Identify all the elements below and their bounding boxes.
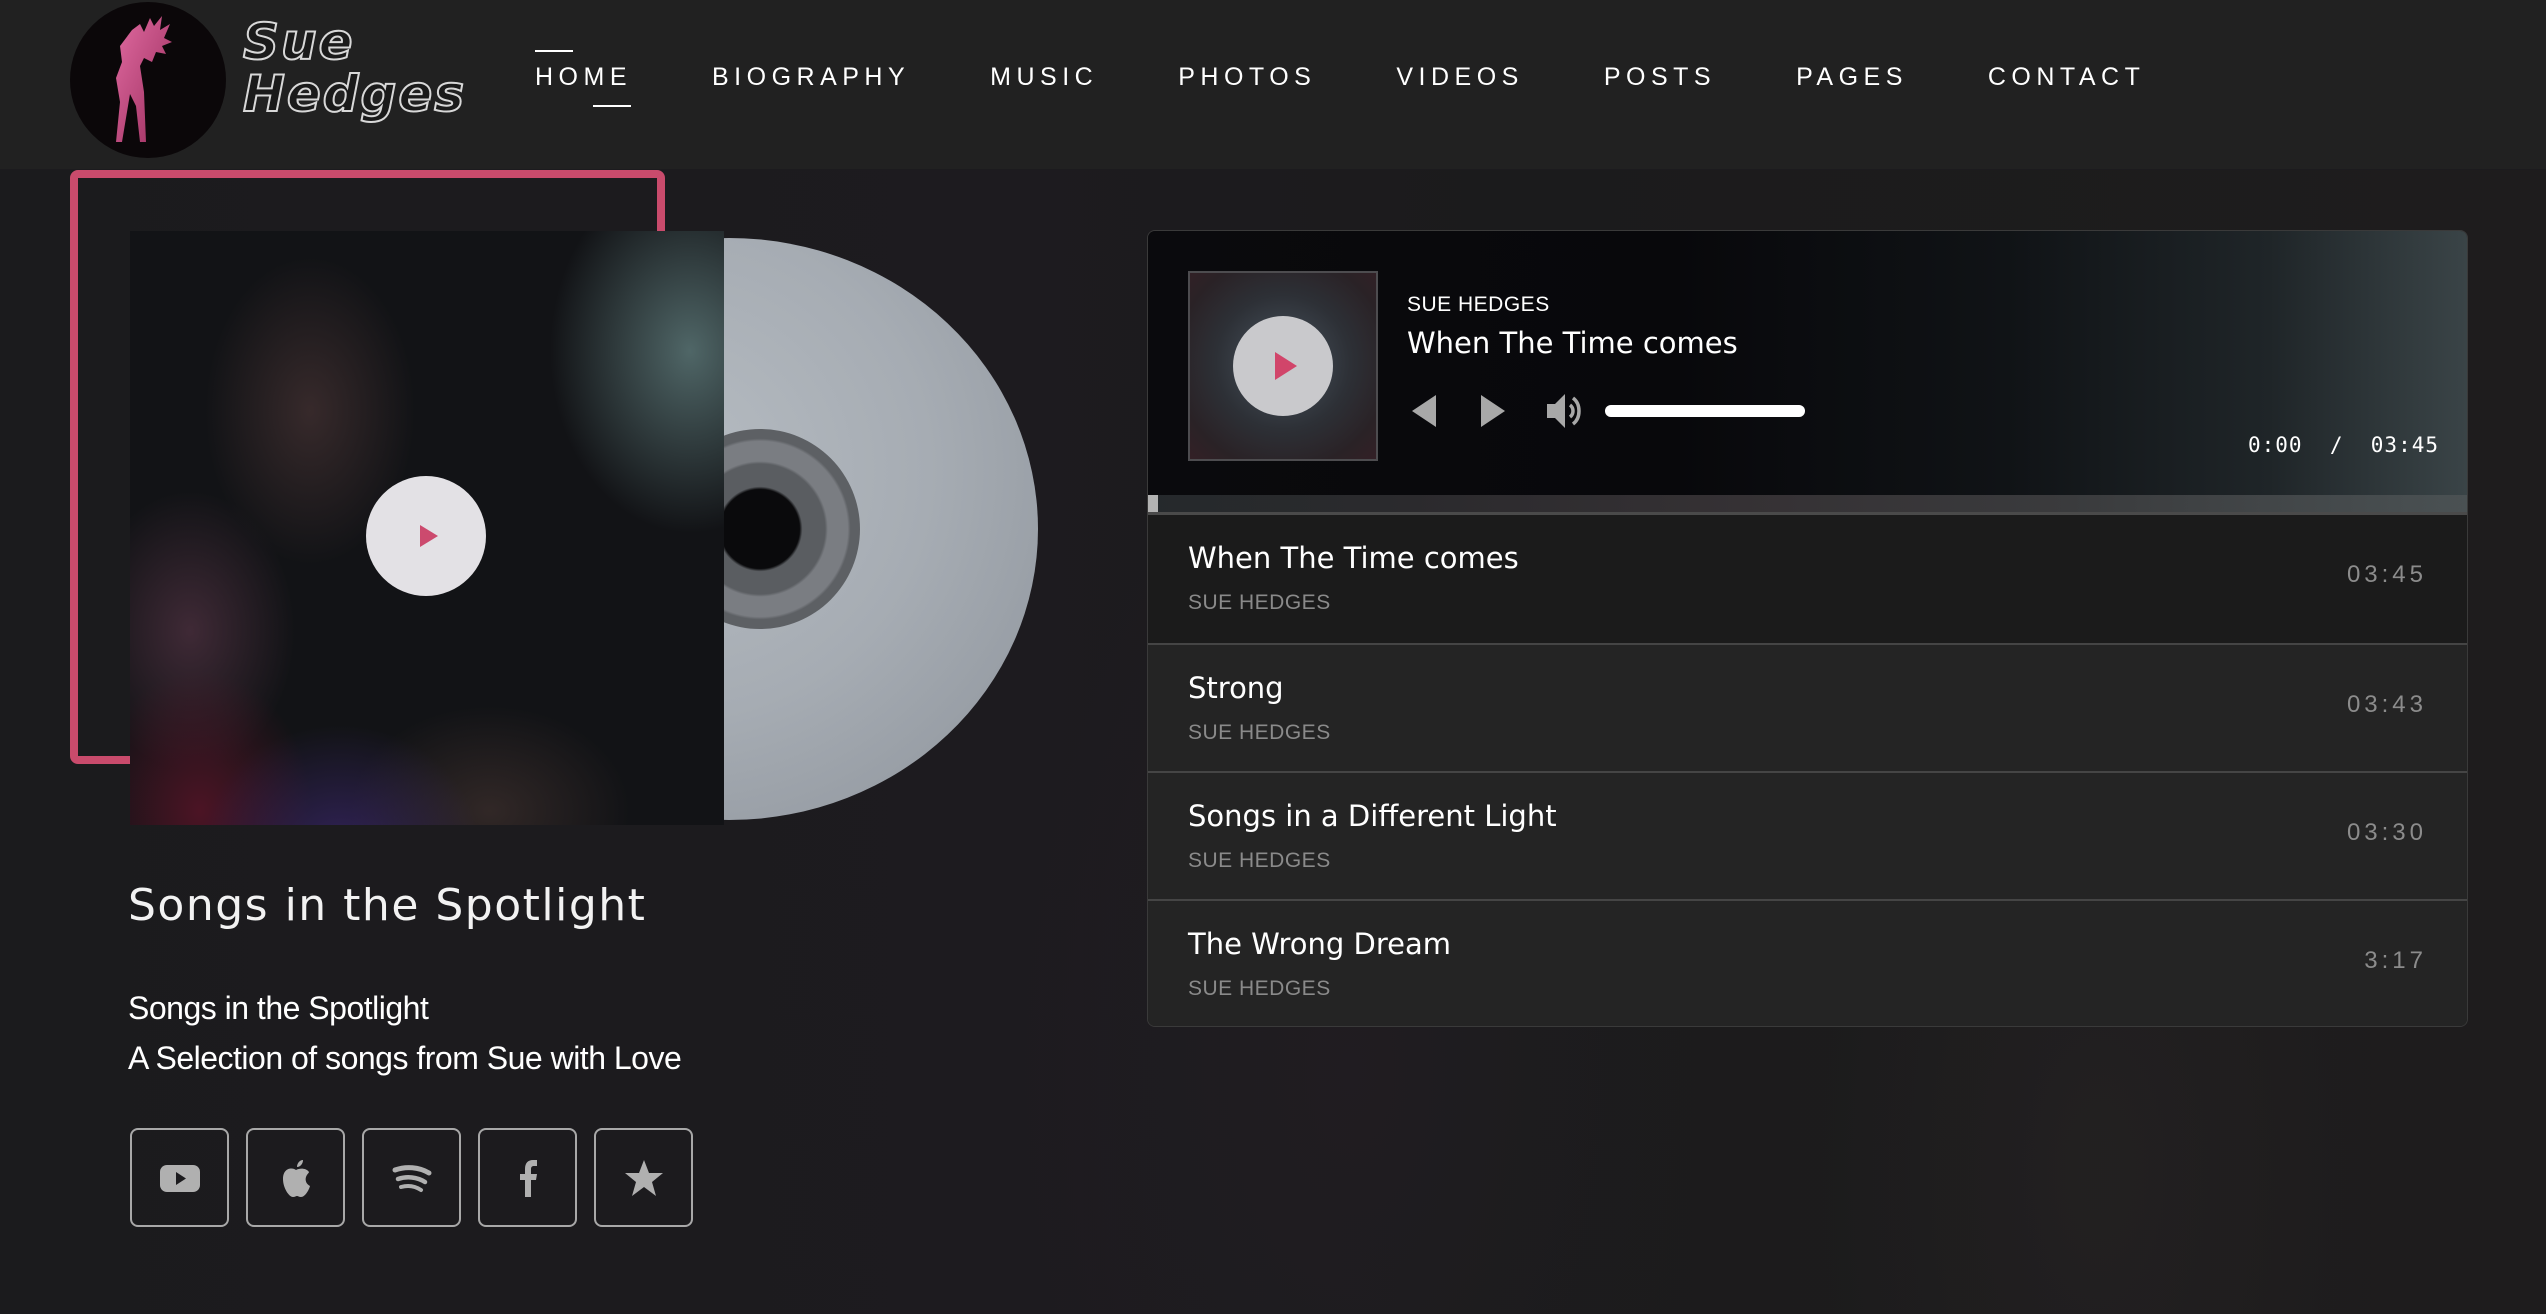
album-play-button[interactable]: [366, 476, 486, 596]
apple-music-button[interactable]: [246, 1128, 345, 1227]
site-logo[interactable]: Sue Hedges: [68, 0, 468, 160]
nav-pages[interactable]: PAGES: [1796, 60, 1908, 94]
playlist: When The Time comes SUE HEDGES 03:45 Str…: [1148, 515, 2467, 1026]
playlist-item-title: The Wrong Dream: [1188, 927, 1452, 961]
playlist-item[interactable]: When The Time comes SUE HEDGES 03:45: [1148, 515, 2467, 643]
playlist-item-artist: SUE HEDGES: [1188, 849, 1331, 872]
current-time: 0:00: [2247, 433, 2303, 457]
playlist-item-title: Strong: [1188, 671, 1284, 705]
spotlight-subtitle: Songs in the Spotlight: [128, 990, 429, 1026]
nav-photos[interactable]: PHOTOS: [1178, 60, 1316, 94]
nav-contact[interactable]: CONTACT: [1988, 60, 2145, 94]
audio-player: SUE HEDGES When The Time comes 0:00 / 03…: [1147, 230, 2468, 1027]
playlist-item-duration: 3:17: [2364, 947, 2427, 974]
seek-bar[interactable]: [1148, 495, 2467, 515]
volume-slider-fill: [1605, 405, 1805, 417]
playlist-item-duration: 03:45: [2346, 561, 2427, 588]
playlist-item-duration: 03:30: [2346, 819, 2427, 846]
spotify-icon: [392, 1164, 431, 1192]
previous-icon: [1412, 395, 1436, 427]
next-icon: [1481, 395, 1505, 427]
playlist-item-title: When The Time comes: [1188, 541, 1519, 575]
player-controls: [1412, 391, 1805, 431]
volume-slider[interactable]: [1605, 405, 1805, 417]
next-button[interactable]: [1481, 395, 1545, 427]
mute-button[interactable]: [1545, 391, 1605, 431]
logo-wordmark: Sue Hedges: [242, 13, 467, 123]
play-icon: [420, 525, 438, 547]
facebook-icon: [519, 1159, 537, 1197]
now-playing-artist: SUE HEDGES: [1407, 293, 1550, 316]
playlist-item[interactable]: The Wrong Dream SUE HEDGES 3:17: [1148, 899, 2467, 1026]
youtube-icon: [159, 1164, 200, 1192]
playlist-item[interactable]: Strong SUE HEDGES 03:43: [1148, 643, 2467, 771]
spotify-button[interactable]: [362, 1128, 461, 1227]
star-icon: [624, 1159, 663, 1196]
playlist-item[interactable]: Songs in a Different Light SUE HEDGES 03…: [1148, 771, 2467, 899]
nav-posts[interactable]: POSTS: [1604, 60, 1716, 94]
site-header: Sue Hedges HOME BIOGRAPHY MUSIC PHOTOS V…: [0, 0, 2546, 169]
album-cover-image: [130, 231, 724, 825]
play-pause-button[interactable]: [1233, 316, 1333, 416]
previous-button[interactable]: [1412, 395, 1481, 427]
nav-music[interactable]: MUSIC: [990, 60, 1098, 94]
facebook-button[interactable]: [478, 1128, 577, 1227]
playlist-item-artist: SUE HEDGES: [1188, 977, 1331, 1000]
nav-videos[interactable]: VIDEOS: [1396, 60, 1523, 94]
youtube-button[interactable]: [130, 1128, 229, 1227]
social-links: [130, 1128, 693, 1227]
playlist-item-artist: SUE HEDGES: [1188, 591, 1331, 614]
nav-home[interactable]: HOME: [535, 50, 632, 107]
logo-line-2: Hedges: [242, 65, 467, 123]
playlist-item-duration: 03:43: [2346, 691, 2427, 718]
playlist-item-artist: SUE HEDGES: [1188, 721, 1331, 744]
spotlight-description: Songs in the Spotlight A Selection of so…: [128, 983, 682, 1083]
track-duration: 03:45: [2370, 433, 2439, 457]
playlist-item-title: Songs in a Different Light: [1188, 799, 1557, 833]
spotlight-tagline: A Selection of songs from Sue with Love: [128, 1040, 682, 1076]
favorite-button[interactable]: [594, 1128, 693, 1227]
spotlight-heading: Songs in the Spotlight: [128, 880, 647, 931]
seek-bar-fill: [1148, 495, 1158, 512]
time-separator: /: [2329, 433, 2344, 457]
now-playing-title: When The Time comes: [1407, 326, 1738, 360]
apple-icon: [282, 1159, 310, 1197]
logo-line-1: Sue: [242, 13, 355, 71]
now-playing-cover: [1188, 271, 1378, 461]
now-playing-panel: SUE HEDGES When The Time comes 0:00 / 03…: [1148, 231, 2467, 495]
time-display: 0:00 / 03:45: [2248, 433, 2439, 457]
nav-biography[interactable]: BIOGRAPHY: [712, 60, 910, 94]
play-icon: [1275, 352, 1297, 380]
dancer-silhouette-icon: [70, 2, 226, 158]
main-nav: HOME BIOGRAPHY MUSIC PHOTOS VIDEOS POSTS…: [535, 50, 2225, 107]
volume-icon: [1547, 394, 1581, 428]
